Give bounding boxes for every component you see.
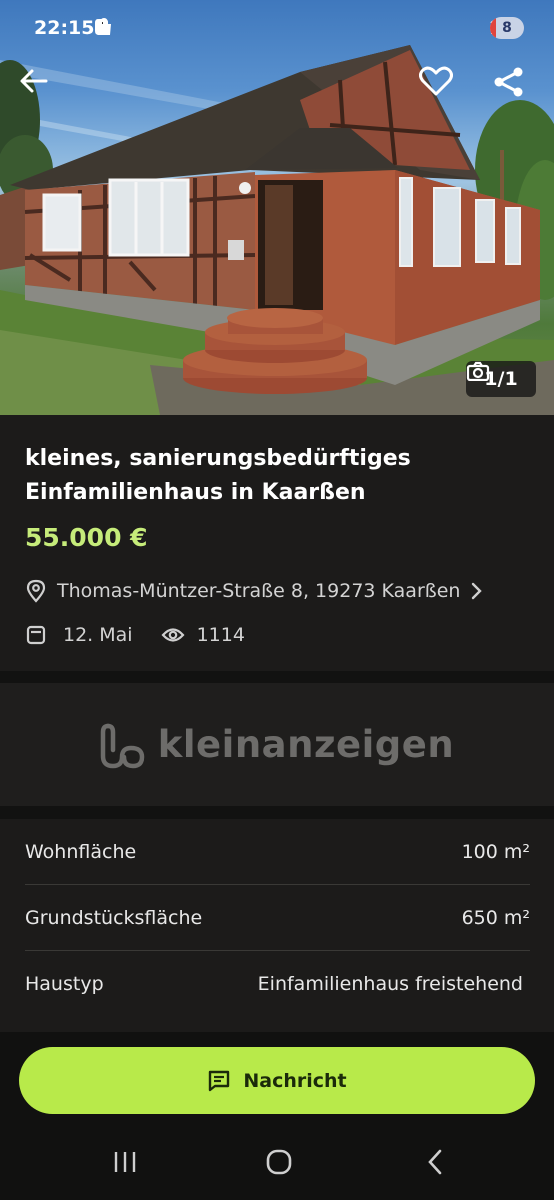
battery-level: 8: [502, 20, 512, 36]
detail-label: Grundstücksfläche: [25, 906, 203, 929]
status-bar: 22:15 8: [0, 0, 554, 56]
brand-name: kleinanzeigen: [157, 723, 455, 766]
detail-row: Wohnfläche 100 m²: [25, 819, 530, 885]
share-icon: [494, 67, 523, 97]
home-icon: [266, 1149, 292, 1175]
detail-label: Haustyp: [25, 973, 104, 995]
system-icons: 8: [490, 17, 524, 39]
listing-info: kleines, sanierungsbedürftiges Einfamili…: [0, 415, 554, 671]
favorite-button[interactable]: [419, 66, 467, 114]
battery-indicator: 8: [490, 17, 524, 39]
listing-address: Thomas-Müntzer-Straße 8, 19273 Kaarßen: [57, 580, 461, 602]
back-button[interactable]: [19, 66, 67, 114]
ad-banner[interactable]: kleinanzeigen: [0, 683, 554, 806]
message-button-label: Nachricht: [243, 1069, 347, 1092]
bottom-action-bar: Nachricht: [0, 1032, 554, 1200]
photo-counter[interactable]: 1/1: [466, 361, 536, 397]
detail-value: Einfamilienhaus freistehend: [257, 973, 523, 995]
status-time: 22:15: [34, 17, 95, 39]
system-back-button[interactable]: [410, 1144, 460, 1180]
address-link[interactable]: Thomas-Müntzer-Straße 8, 19273 Kaarßen: [25, 575, 535, 607]
detail-label: Wohnfläche: [25, 840, 137, 863]
eye-icon: [161, 628, 185, 642]
recent-apps-button[interactable]: [100, 1144, 150, 1180]
listing-date: 12. Mai: [63, 624, 133, 646]
home-button[interactable]: [254, 1144, 304, 1180]
detail-value: 650 m²: [461, 906, 530, 929]
listing-photo[interactable]: 22:15 8 1/1: [0, 0, 554, 415]
view-count: 1114: [196, 624, 245, 646]
details-table: Wohnfläche 100 m² Grundstücksfläche 650 …: [0, 819, 554, 1019]
chevron-right-icon: [472, 582, 483, 600]
location-pin-icon: [26, 579, 46, 603]
dot-icon: [96, 19, 102, 25]
detail-row: Grundstücksfläche 650 m²: [25, 885, 530, 951]
kleinanzeigen-logo-icon: [100, 723, 145, 768]
listing-price: 55.000 €: [25, 523, 148, 552]
section-divider: [0, 806, 554, 819]
share-button[interactable]: [493, 66, 541, 114]
house-photo: [0, 45, 554, 415]
detail-value: 100 m²: [461, 840, 530, 863]
listing-title: kleines, sanierungsbedürftiges Einfamili…: [25, 446, 411, 505]
heart-icon: [419, 66, 453, 96]
arrow-left-icon: [20, 69, 48, 93]
chat-bubble-icon: [209, 1070, 230, 1091]
chevron-left-icon: [428, 1149, 442, 1175]
calendar-icon: [26, 625, 46, 645]
recent-apps-icon: [114, 1152, 136, 1172]
detail-row: Haustyp Einfamilienhaus freistehend: [25, 951, 530, 1017]
listing-meta: 12. Mai 1114: [25, 621, 245, 649]
section-divider: [0, 671, 554, 683]
system-nav-bar: [0, 1132, 554, 1200]
message-button[interactable]: Nachricht: [19, 1047, 535, 1114]
listing-screen: 22:15 8 1/1 kleines, sanierungsbedürftig…: [0, 0, 554, 1200]
camera-icon: [466, 361, 490, 381]
